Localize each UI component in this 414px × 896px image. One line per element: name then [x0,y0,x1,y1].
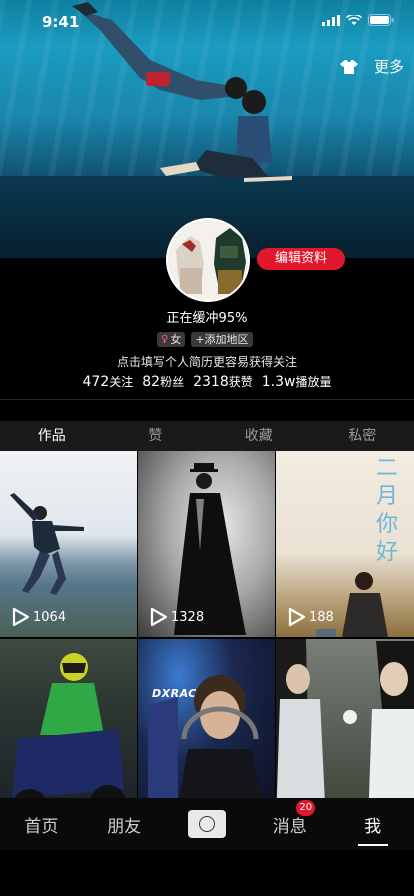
stat-followers-value: 82 [142,374,161,390]
content-tabs: 作品 赞 收藏 私密 [0,421,414,451]
video-thumbnail[interactable]: 1328 [138,451,275,637]
tab-works[interactable]: 作品 [0,421,104,451]
bio-prompt[interactable]: 点击填写个人简历更容易获得关注 [0,353,414,370]
header-actions: 更多 [339,56,404,77]
nickname: 正在缓冲95% [166,311,248,326]
status-icons [322,14,394,26]
gender-label: 女 [170,333,182,346]
stat-following-label: 关注 [109,375,134,389]
tab-private[interactable]: 私密 [311,421,414,451]
video-thumbnail[interactable]: 1064 [0,451,137,637]
stat-likes[interactable]: 2318获赞 [193,373,253,390]
avatar[interactable] [166,218,250,302]
play-count: 1328 [148,607,204,627]
gender-tag: ♀ 女 [157,332,186,347]
nav-home[interactable]: 首页 [0,812,83,837]
unread-badge: 20 [296,799,316,816]
more-button[interactable]: 更多 [374,56,404,77]
video-thumbnail[interactable]: 二月你好 188 [276,451,414,637]
stat-plays-value: 1.3w [261,374,296,390]
wifi-icon [346,14,362,25]
status-time: 9:41 [42,13,80,31]
tshirt-icon[interactable] [339,59,358,75]
play-icon [150,607,168,627]
profile-tags: ♀ 女 +添加地区 [157,332,253,347]
status-bar: 9:41 [0,0,414,44]
stat-likes-label: 获赞 [228,375,253,389]
tab-likes[interactable]: 赞 [104,421,208,451]
edit-profile-button[interactable]: 编辑资料 [257,248,345,270]
home-indicator-area [0,850,414,896]
play-count-value: 1328 [171,609,205,625]
cellular-signal-icon [322,14,340,26]
play-count-value: 1064 [33,609,67,625]
stat-following-value: 472 [82,374,110,390]
bottom-nav: 首页 朋友 消息 20 我 [0,798,414,850]
video-grid: 1064 1328 二月你好 188 DXRACER [0,451,414,825]
nav-messages-label: 消息 [272,816,307,837]
female-icon: ♀ [161,334,169,345]
stat-followers[interactable]: 82粉丝 [142,373,184,390]
stat-followers-label: 粉丝 [160,375,185,389]
nav-friends[interactable]: 朋友 [83,812,166,837]
stat-plays-label: 播放量 [295,375,332,389]
play-icon [12,607,30,627]
add-region-tag[interactable]: +添加地区 [191,332,253,347]
play-count: 188 [286,607,334,627]
cover-sitting-figure [160,90,292,182]
stat-plays[interactable]: 1.3w播放量 [262,373,332,390]
nav-messages[interactable]: 消息 20 [248,799,331,837]
stat-likes-value: 2318 [193,374,229,390]
nav-me[interactable]: 我 [331,812,414,846]
avatar-image [168,220,248,300]
play-count: 1064 [10,607,66,627]
stat-following[interactable]: 472关注 [83,373,134,390]
play-icon [288,607,306,627]
profile-stats: 472关注 82粉丝 2318获赞 1.3w播放量 [0,373,414,390]
play-count-value: 188 [309,609,334,625]
battery-icon [368,14,394,26]
tab-favorites[interactable]: 收藏 [207,421,311,451]
section-divider [0,399,414,400]
create-video-icon[interactable] [187,810,226,838]
nav-create[interactable] [166,810,249,838]
